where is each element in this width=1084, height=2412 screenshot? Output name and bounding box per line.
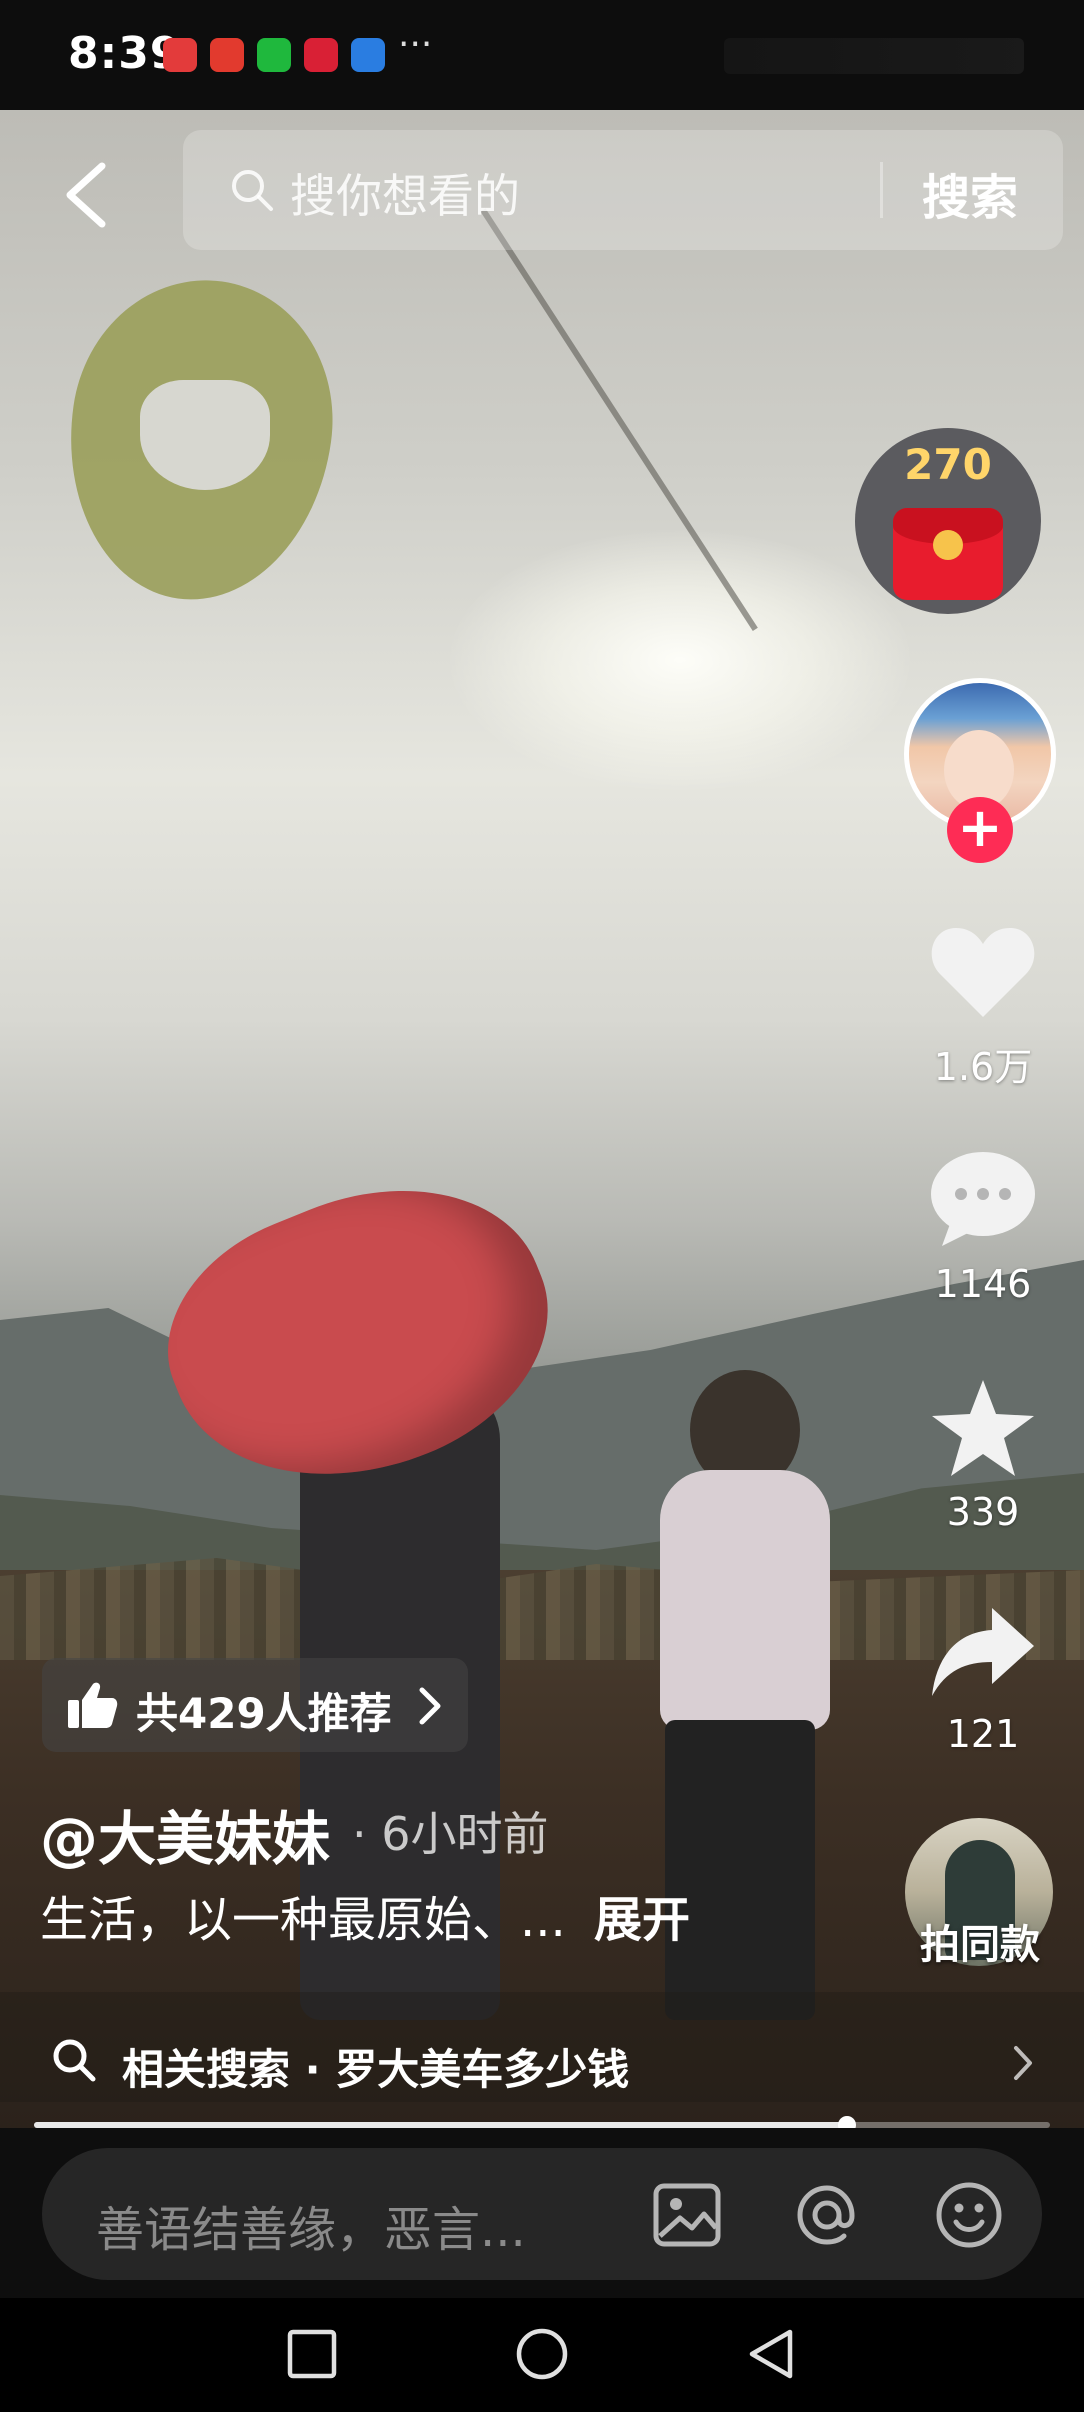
search-icon	[53, 2039, 96, 2082]
calendar-app-icon	[304, 38, 338, 72]
recommend-text: 共429人推荐	[136, 1689, 392, 1738]
status-bar: 8:39 ···	[0, 0, 1084, 110]
post-caption: 生活，以一种最原始、...	[40, 1892, 566, 1948]
back-triangle-icon[interactable]	[744, 2326, 800, 2382]
chevron-left-icon	[66, 162, 106, 228]
search-button[interactable]: 搜索	[922, 158, 1018, 228]
search-divider	[880, 162, 883, 218]
follow-button[interactable]: +	[947, 797, 1013, 863]
notification-app-icon	[210, 38, 244, 72]
emoji-icon[interactable]	[932, 2178, 1006, 2252]
comment-input[interactable]: 善语结善缘，恶言...	[96, 2190, 526, 2260]
favorite-count: 339	[946, 1490, 1020, 1534]
search-input[interactable]: 搜你想看的	[290, 160, 520, 226]
heart-icon[interactable]	[928, 922, 1038, 1022]
status-indicators	[724, 38, 1024, 74]
chevron-right-icon	[419, 1687, 441, 1725]
expand-caption-button[interactable]: 展开	[594, 1880, 690, 1950]
post-time: · 6小时前	[352, 1807, 549, 1861]
related-search-text: 相关搜索 · 罗大美车多少钱	[122, 2045, 630, 2094]
red-packet-count: 270	[904, 440, 992, 489]
coin-icon	[933, 530, 963, 560]
video-woman-legs	[665, 1720, 815, 2020]
share-count: 121	[946, 1712, 1020, 1756]
star-icon[interactable]	[928, 1378, 1038, 1478]
chevron-right-icon	[1014, 2046, 1032, 2080]
like-count: 1.6万	[933, 1045, 1033, 1089]
author-username[interactable]: @大美妹妹	[40, 1792, 330, 1876]
more-notifications-icon: ···	[398, 24, 433, 65]
comment-count: 1146	[934, 1262, 1032, 1306]
video-woman-body	[660, 1470, 830, 1730]
thumbs-up-icon	[68, 1682, 118, 1728]
weather-icon	[351, 38, 385, 72]
home-circle-icon[interactable]	[514, 2326, 570, 2382]
share-icon[interactable]	[928, 1602, 1038, 1702]
wechat-icon	[257, 38, 291, 72]
same-style-label: 拍同款	[920, 1922, 1040, 1968]
mention-icon[interactable]	[790, 2178, 864, 2252]
image-icon[interactable]	[650, 2178, 724, 2252]
search-icon	[232, 170, 273, 211]
recents-square-icon[interactable]	[284, 2326, 340, 2382]
back-button[interactable]	[58, 160, 114, 230]
huawei-app-icon	[163, 38, 197, 72]
video-leaf-hole	[140, 380, 270, 490]
video-sky-glow	[450, 530, 910, 790]
comment-icon[interactable]	[928, 1148, 1038, 1248]
